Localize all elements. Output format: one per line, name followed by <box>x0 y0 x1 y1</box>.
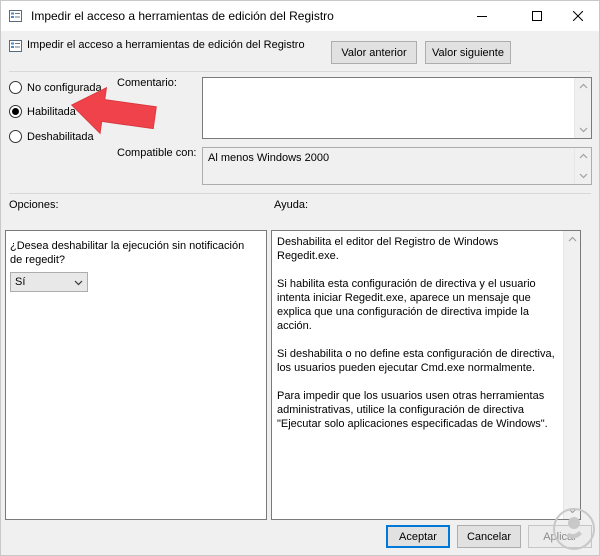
maximize-icon <box>532 11 542 21</box>
help-paragraph: Si deshabilita o no define esta configur… <box>277 348 555 374</box>
policy-icon <box>9 40 22 52</box>
header-divider <box>9 71 591 72</box>
scroll-up-icon[interactable] <box>579 82 588 91</box>
options-panel: ¿Desea deshabilitar la ejecución sin not… <box>5 230 267 520</box>
policy-settings-icon <box>9 10 22 22</box>
help-paragraph: Para impedir que los usuarios usen otras… <box>277 390 548 430</box>
scroll-up-icon[interactable] <box>568 235 577 244</box>
radio-enabled[interactable]: Habilitada <box>9 105 76 118</box>
select-value: Sí <box>15 276 26 288</box>
help-scrollbar[interactable] <box>563 231 580 519</box>
compatible-label: Compatible con: <box>117 147 197 159</box>
help-panel: Deshabilita el editor del Registro de Wi… <box>271 230 581 520</box>
options-label: Opciones: <box>9 199 59 211</box>
minimize-button[interactable] <box>459 1 505 31</box>
radio-circle-checked <box>9 105 22 118</box>
annotation-arrow-icon <box>70 86 157 135</box>
help-label: Ayuda: <box>274 199 309 211</box>
disable-regedit-select[interactable]: Sí <box>10 272 88 292</box>
compatible-textarea: Al menos Windows 2000 <box>202 147 592 185</box>
next-setting-button[interactable]: Valor siguiente <box>425 41 511 64</box>
compatible-scrollbar[interactable] <box>574 148 591 184</box>
comment-scrollbar[interactable] <box>574 78 591 138</box>
accept-button[interactable]: Aceptar <box>386 525 450 548</box>
chevron-down-icon <box>74 280 83 286</box>
comment-textarea[interactable] <box>202 77 592 139</box>
scroll-down-icon[interactable] <box>579 171 588 180</box>
help-paragraph: Si habilita esta configuración de direct… <box>277 278 536 332</box>
close-button[interactable] <box>555 1 600 31</box>
watermark-logo-icon <box>553 508 595 550</box>
radio-circle <box>9 130 22 143</box>
previous-setting-button[interactable]: Valor anterior <box>331 41 417 64</box>
window-title: Impedir el acceso a herramientas de edic… <box>31 9 334 23</box>
scroll-down-icon[interactable] <box>579 125 588 134</box>
title-bar: Impedir el acceso a herramientas de edic… <box>1 1 599 31</box>
help-text: Deshabilita el editor del Registro de Wi… <box>277 235 555 445</box>
compatible-value: Al menos Windows 2000 <box>208 152 330 164</box>
options-question: ¿Desea deshabilitar la ejecución sin not… <box>10 240 245 266</box>
scroll-up-icon[interactable] <box>579 152 588 161</box>
radio-circle <box>9 81 22 94</box>
policy-dialog: Impedir el acceso a herramientas de edic… <box>0 0 600 556</box>
policy-title: Impedir el acceso a herramientas de edic… <box>27 39 305 51</box>
help-paragraph: Deshabilita el editor del Registro de Wi… <box>277 236 499 262</box>
cancel-button[interactable]: Cancelar <box>457 525 521 548</box>
section-divider <box>9 193 591 194</box>
minimize-icon <box>477 16 487 17</box>
maximize-button[interactable] <box>514 1 560 31</box>
close-icon <box>573 11 583 21</box>
comment-label: Comentario: <box>117 77 177 89</box>
